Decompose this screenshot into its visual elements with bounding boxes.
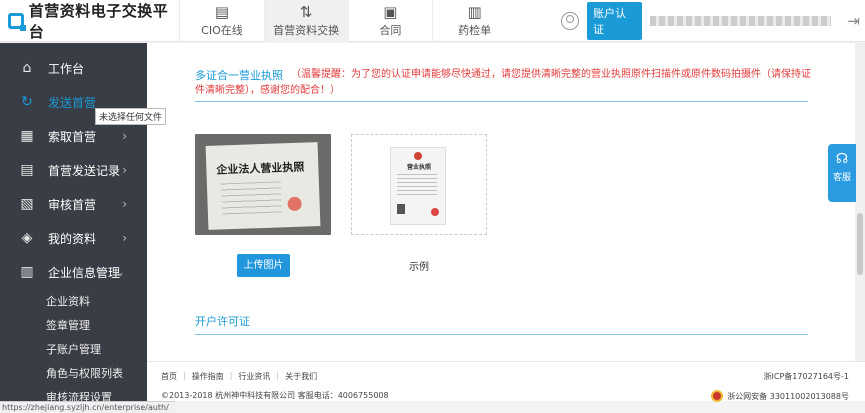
scrollbar[interactable] <box>855 43 865 361</box>
example-license-image: 营业执照 <box>390 147 446 225</box>
police-record[interactable]: 浙公网安备 33011002013088号 <box>711 390 849 402</box>
refresh-icon: ↻ <box>21 94 33 110</box>
example-label: 示例 <box>409 262 429 273</box>
main-content: （温馨提醒：为了您的认证申请能够尽快通过，请您提供清晰完整的营业执照原件扫描件或… <box>147 43 855 361</box>
briefcase-icon: ▦ <box>20 128 34 144</box>
footer-link-about[interactable]: 关于我们 <box>285 371 317 382</box>
chevron-right-icon: › <box>122 129 127 143</box>
qr-code-icon <box>397 204 405 214</box>
example-doc-title: 营业执照 <box>406 164 431 171</box>
scroll-thumb[interactable] <box>857 213 863 275</box>
logo-text: 首营资料电子交换平台 <box>28 1 169 41</box>
chevron-right-icon: › <box>122 197 127 211</box>
sidebar-item-enterprise-info[interactable]: ▥ 企业信息管理 ⌄ <box>0 255 147 289</box>
notice-text: （温馨提醒：为了您的认证申请能够尽快通过，请您提供清晰完整的营业执照原件扫描件或… <box>195 69 811 96</box>
example-license-box[interactable]: 营业执照 <box>351 134 487 235</box>
exchange-arrows-icon: ⇅ <box>299 2 313 21</box>
footer-link-home[interactable]: 首页 <box>161 371 177 382</box>
seal-icon <box>287 196 302 212</box>
sidebar-item-label: 我的资料 <box>48 231 97 246</box>
sidebar-item-label: 发送首营 <box>48 95 97 110</box>
sidebar-item-workbench[interactable]: ⌂ 工作台 <box>0 51 147 85</box>
status-bar-url: https://zhejiang.syzljh.cn/enterprise/au… <box>0 401 175 413</box>
sidebar-item-label: 首营发送记录 <box>48 163 121 178</box>
clipboard-icon: ▤ <box>20 162 34 178</box>
footer-link-news[interactable]: 行业资讯 <box>238 371 270 382</box>
tooltip: 未选择任何文件 <box>95 108 167 125</box>
sidebar-item-label: 工作台 <box>48 61 85 76</box>
logo-icon <box>8 12 26 31</box>
section-title-business-license: 多证合一营业执照 <box>195 69 283 82</box>
home-icon: ⌂ <box>22 60 32 76</box>
section-title-account-permit: 开户许可证 <box>195 315 250 328</box>
user-avatar-icon[interactable] <box>561 11 580 30</box>
logout-icon[interactable]: ⇥ <box>847 12 865 30</box>
headset-icon: ☊ <box>835 151 849 167</box>
sidebar-subitem-signature[interactable]: 签章管理 <box>0 313 147 337</box>
sidebar-item-label: 企业信息管理 <box>48 265 121 280</box>
sidebar-subitem-roles[interactable]: 角色与权限列表 <box>0 361 147 385</box>
top-navigation-bar: 首营资料电子交换平台 ▤ CIO在线 ⇅ 首营资料交换 ▣ 合同 ▥ 药检单 账… <box>0 0 865 42</box>
report-icon: ▥ <box>467 2 482 21</box>
account-auth-button[interactable]: 账户认证 <box>587 1 643 40</box>
footer: 首页 | 操作指南 | 行业资讯 | 关于我们 浙ICP备17027164号-1 ©2… <box>147 361 865 402</box>
tab-contract[interactable]: ▣ 合同 <box>347 0 432 42</box>
tab-label: 首营资料交换 <box>273 23 340 37</box>
footer-links: 首页 | 操作指南 | 行业资讯 | 关于我们 <box>161 371 318 382</box>
sidebar-subitem-sub-accounts[interactable]: 子账户管理 <box>0 337 147 361</box>
footer-link-guide[interactable]: 操作指南 <box>192 371 224 382</box>
tab-cio-online[interactable]: ▤ CIO在线 <box>179 0 263 42</box>
divider <box>195 334 808 335</box>
document-icon: ▤ <box>214 2 230 21</box>
tab-inspection-report[interactable]: ▥ 药检单 <box>432 0 516 42</box>
license-photo: 企业法人营业执照 <box>205 142 321 230</box>
chevron-down-icon: ⌄ <box>114 265 125 279</box>
sidebar-item-audit-first[interactable]: ▧ 审核首营 › <box>0 187 147 221</box>
icp-number[interactable]: 浙ICP备17027164号-1 <box>764 371 849 382</box>
contract-icon: ▣ <box>383 2 398 21</box>
sidebar-item-label: 索取首营 <box>48 129 97 144</box>
tab-label: 合同 <box>379 23 402 37</box>
building-icon: ▥ <box>20 264 34 280</box>
tab-label: CIO在线 <box>201 23 243 37</box>
seal-icon <box>431 208 439 216</box>
tab-first-material-exchange[interactable]: ⇅ 首营资料交换 <box>263 0 348 42</box>
audit-icon: ▧ <box>20 196 34 212</box>
chevron-right-icon: › <box>122 231 127 245</box>
divider <box>195 101 808 102</box>
tab-label: 药检单 <box>458 23 492 37</box>
service-label: 客服 <box>832 173 851 183</box>
sidebar-subitem-enterprise-data[interactable]: 企业资料 <box>0 289 147 313</box>
sidebar-item-my-materials[interactable]: ◈ 我的资料 › <box>0 221 147 255</box>
layers-icon: ◈ <box>21 230 33 246</box>
sidebar-item-label: 审核首营 <box>48 197 97 212</box>
logo[interactable]: 首营资料电子交换平台 <box>0 0 179 42</box>
customer-service-button[interactable]: ☊ 客服 <box>828 144 856 202</box>
police-badge-icon <box>711 390 724 402</box>
company-name-redacted <box>650 15 832 26</box>
copyright: ©2013-2018 杭州神中科技有限公司 客服电话：4006755008 <box>161 391 389 400</box>
police-record-text: 浙公网安备 33011002013088号 <box>727 391 849 401</box>
license-caption: 企业法人营业执照 <box>216 160 305 177</box>
sidebar: ⌂ 工作台 ↻ 发送首营 ▦ 索取首营 › ▤ 首营发送记录 › ▧ 审核首营 … <box>0 43 147 413</box>
chevron-right-icon: › <box>122 163 127 177</box>
emblem-icon <box>414 152 422 160</box>
sidebar-item-send-records[interactable]: ▤ 首营发送记录 › <box>0 153 147 187</box>
upload-image-button[interactable]: 上传图片 <box>237 254 290 277</box>
uploaded-license-preview[interactable]: 企业法人营业执照 <box>195 134 331 235</box>
